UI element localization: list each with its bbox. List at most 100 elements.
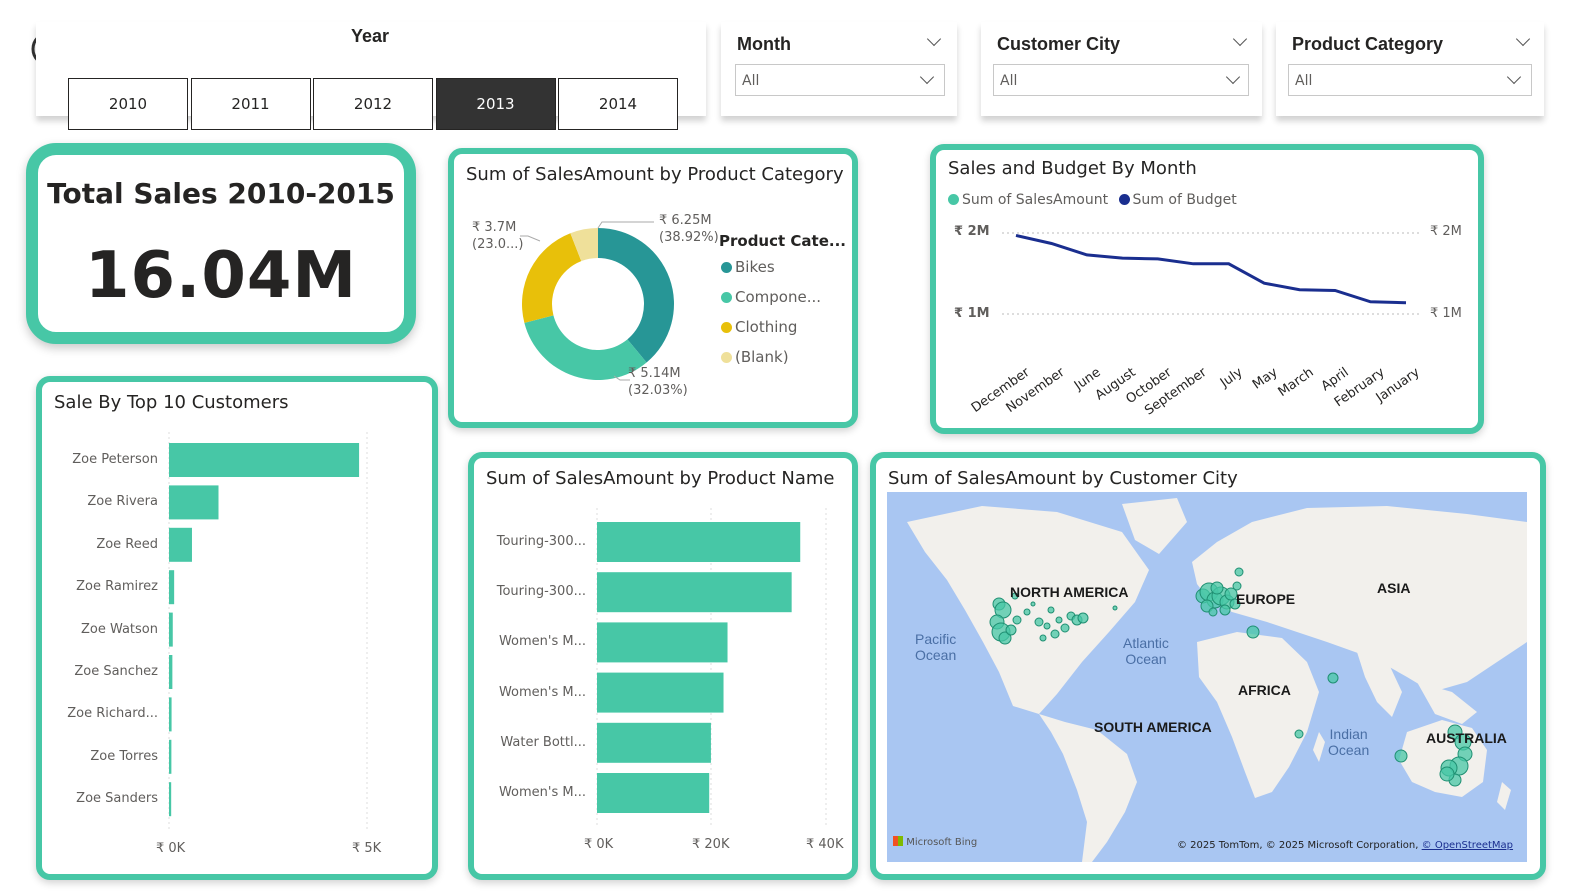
- city-bubble-34: [1246, 625, 1260, 639]
- customer-bar-2: [169, 527, 192, 562]
- product-bar-5: [597, 773, 710, 813]
- city-bubble-29: [1208, 607, 1218, 617]
- map-title: Sum of SalesAmount by Customer City: [888, 468, 1238, 489]
- product-bar-2: [597, 622, 728, 663]
- city-bubble-31: [1232, 581, 1242, 591]
- osm-link[interactable]: © OpenStreetMap: [1422, 840, 1513, 851]
- customer-bar-0: [169, 443, 360, 477]
- products-card: Sum of SalesAmount by Product Name Touri…: [468, 452, 858, 880]
- month-dropdown[interactable]: All: [735, 64, 945, 96]
- product-bar-3: [597, 672, 724, 713]
- city-bubble-11: [1055, 616, 1063, 624]
- chevron-down-icon[interactable]: [1232, 31, 1248, 47]
- city-slicer-title: Customer City: [997, 34, 1121, 54]
- year-button-2013[interactable]: 2013: [435, 78, 556, 130]
- map-label-south-america: SOUTH AMERICA: [1094, 719, 1212, 735]
- product-bar-1: [597, 572, 792, 613]
- category-slicer: Product Category All: [1276, 22, 1544, 116]
- donut-label-bikes: ₹ 6.25M (38.92%): [659, 212, 719, 246]
- city-bubble-36: [1294, 729, 1304, 739]
- city-dropdown-value: All: [1000, 73, 1018, 89]
- bing-label: Microsoft Bing: [906, 837, 978, 848]
- legend-dot: [721, 322, 732, 333]
- chevron-down-icon[interactable]: [1515, 31, 1531, 47]
- map-card: Sum of SalesAmount by Customer City NORT…: [870, 452, 1546, 880]
- city-bubble-10: [1050, 629, 1060, 639]
- category-slicer-title: Product Category: [1292, 34, 1444, 54]
- kpi-title: Total Sales 2010-2015: [47, 177, 395, 210]
- customer-label-5: Zoe Sanchez: [74, 664, 158, 679]
- donut-legend-item-0[interactable]: Bikes: [721, 258, 775, 276]
- product-label-1: Touring-300...: [496, 584, 586, 600]
- map-label-indian: Indian Ocean: [1328, 726, 1370, 758]
- donut-label-clothing-pct: (23.0...): [472, 237, 524, 252]
- chevron-down-icon[interactable]: [926, 31, 942, 47]
- map-credits: © 2025 TomTom, © 2025 Microsoft Corporat…: [1177, 840, 1513, 851]
- city-bubble-27: [1210, 581, 1224, 595]
- customer-label-3: Zoe Ramirez: [76, 579, 158, 595]
- year-button-2010[interactable]: 2010: [68, 78, 188, 130]
- donut-legend-item-1[interactable]: Compone...: [721, 288, 821, 306]
- products-chart: [596, 508, 827, 828]
- year-slicer-title: Year: [351, 26, 390, 46]
- city-bubble-8: [1034, 617, 1044, 627]
- product-label-3: Women's M...: [498, 684, 586, 700]
- customer-bar-4: [169, 612, 173, 647]
- legend-dot: [721, 352, 732, 363]
- month-dropdown-value: All: [742, 73, 760, 89]
- category-dropdown[interactable]: All: [1288, 64, 1532, 96]
- year-button-2012[interactable]: 2012: [313, 78, 433, 130]
- city-bubble-6: [1012, 615, 1022, 625]
- city-bubble-18: [1030, 601, 1036, 607]
- budget-series-line: [1015, 233, 1407, 305]
- products-x-tick-0: ₹ 0K: [584, 837, 614, 852]
- products-x-tick-40k: ₹ 40K: [806, 837, 844, 852]
- donut-label-components-pct: (32.03%): [628, 383, 688, 398]
- year-button-2011[interactable]: 2011: [190, 78, 311, 130]
- category-dropdown-value: All: [1295, 73, 1313, 89]
- city-bubble-12: [1060, 623, 1070, 633]
- month-slicer-title: Month: [737, 34, 791, 54]
- donut-label-bikes-value: ₹ 6.25M: [659, 213, 712, 228]
- product-label-4: Water Bottl...: [500, 734, 586, 750]
- customer-bar-3: [169, 570, 175, 605]
- donut-slice-0: [598, 228, 674, 363]
- city-bubble-7: [1023, 608, 1031, 616]
- city-bubble-16: [1039, 634, 1047, 642]
- donut-slice-2: [522, 233, 582, 323]
- customer-label-6: Zoe Richard...: [67, 706, 158, 722]
- donut-label-clothing-value: ₹ 3.7M: [472, 220, 517, 235]
- customers-x-tick-5k: ₹ 5K: [352, 841, 382, 856]
- chevron-down-icon: [1225, 69, 1241, 85]
- city-bubble-35: [1327, 672, 1339, 684]
- map-label-europe: EUROPE: [1236, 591, 1296, 607]
- city-bubble-44: [1439, 766, 1455, 782]
- chevron-down-icon: [1506, 69, 1522, 85]
- city-slicer: Customer City All: [981, 22, 1262, 116]
- map-label-asia: ASIA: [1377, 580, 1411, 596]
- month-slicer: Month All: [721, 22, 957, 116]
- product-bar-0: [597, 522, 801, 562]
- city-bubble-9: [1043, 622, 1051, 630]
- city-dropdown[interactable]: All: [993, 64, 1249, 96]
- customers-card: Sale By Top 10 Customers Zoe Peterson Zoe…: [36, 376, 438, 880]
- city-bubble-33: [1234, 567, 1244, 577]
- customer-bar-1: [169, 485, 219, 520]
- donut-legend-item-2[interactable]: Clothing: [721, 318, 797, 336]
- map-label-north-america: NORTH AMERICA: [1010, 584, 1129, 600]
- product-bar-4: [597, 722, 711, 763]
- bing-logo: Microsoft Bing: [893, 836, 977, 848]
- world-map: [907, 498, 1527, 862]
- customer-label-8: Zoe Sanders: [76, 791, 158, 807]
- map-canvas[interactable]: NORTH AMERICA EUROPE ASIA AFRICA SOUTH A…: [887, 492, 1527, 862]
- product-label-5: Women's M...: [498, 785, 586, 800]
- product-label-0: Touring-300...: [496, 534, 586, 549]
- donut-legend-title: Product Cate...: [719, 232, 846, 250]
- product-label-2: Women's M...: [498, 634, 586, 650]
- city-bubble-17: [1047, 606, 1055, 614]
- year-button-2014[interactable]: 2014: [558, 78, 678, 130]
- customer-label-0: Zoe Peterson: [72, 452, 158, 467]
- map-label-africa: AFRICA: [1238, 682, 1291, 698]
- donut-legend-item-3[interactable]: (Blank): [721, 348, 789, 366]
- year-slicer: Year 2010 2011 2012 2013 2014: [36, 22, 706, 130]
